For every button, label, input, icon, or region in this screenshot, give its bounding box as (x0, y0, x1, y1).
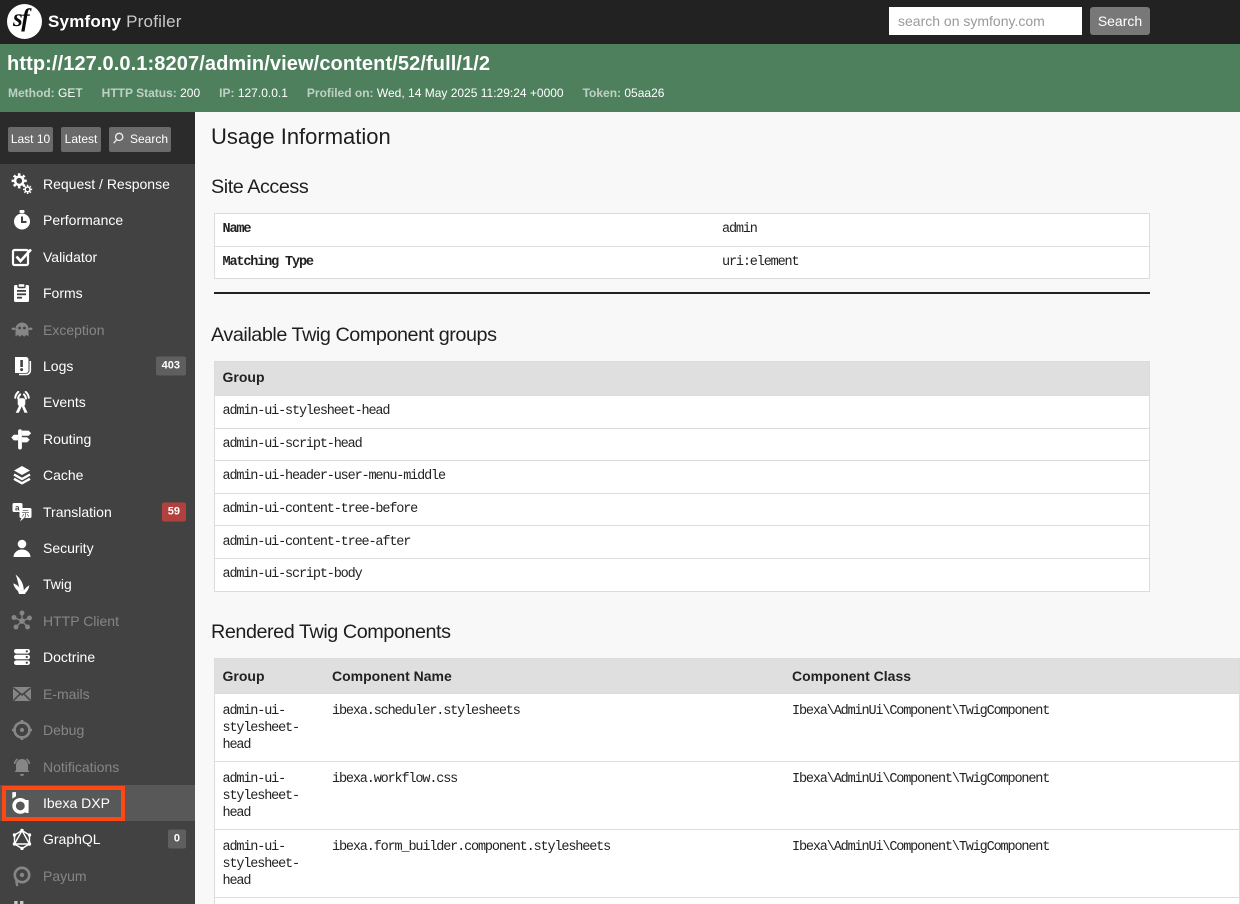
svg-text:a: a (15, 503, 20, 512)
svg-text:示: 示 (22, 509, 30, 518)
